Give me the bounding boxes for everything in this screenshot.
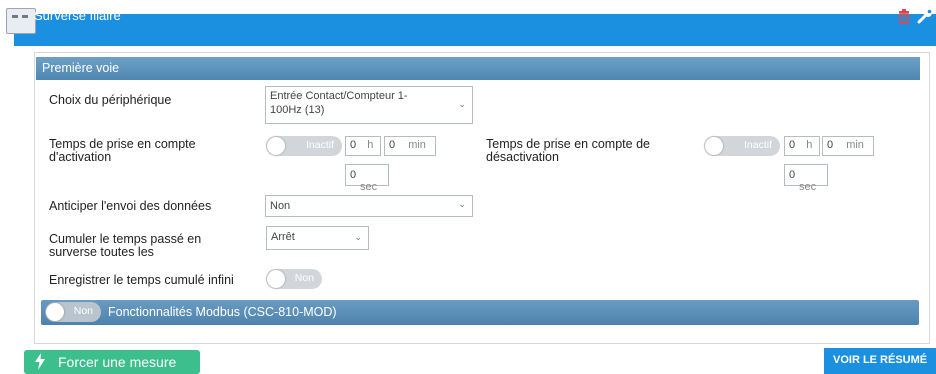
activation-hours-input[interactable]: 0 h [345,136,381,156]
record-toggle[interactable]: Non [266,269,322,289]
trash-icon[interactable] [896,8,912,24]
window-icon [6,8,36,34]
modbus-toggle-text: Non [73,305,93,317]
hours-unit: h [806,139,813,151]
header-title: Surverse filaire [34,8,121,23]
deactivation-minutes-value: 0 [827,139,834,151]
seconds-unit: sec [799,181,817,193]
dropdown-caret-icon: ⌄ [458,199,466,209]
cumulate-value: Arrêt [271,231,295,243]
activation-seconds-input[interactable]: 0 sec [345,164,389,193]
device-select[interactable]: Entrée Contact/Compteur 1- 100Hz (13) ⌄ [265,86,473,124]
deactivation-hours-value: 0 [789,139,796,151]
deactivation-label-line2: désactivation [486,150,559,164]
record-toggle-text: Non [294,272,314,284]
activation-toggle[interactable]: Inactif [266,136,342,156]
anticipate-select[interactable]: Non ⌄ [265,195,473,217]
hours-unit: h [367,139,374,151]
bolt-icon [35,353,45,370]
wrench-icon[interactable] [916,7,934,25]
window-header [14,14,936,46]
toggle-knob [46,303,64,321]
activation-toggle-text: Inactif [305,139,334,151]
activation-label: Temps de prise en compte d'activation [49,138,196,164]
dropdown-caret-icon: ⌄ [458,99,466,109]
section-header [36,57,920,80]
cumulate-label-line2: surverse toutes les [49,245,154,259]
section-title: Première voie [42,61,120,75]
activation-minutes-value: 0 [389,139,396,151]
minutes-unit: min [408,139,426,151]
deactivation-seconds-value: 0 [789,169,796,181]
cumulate-label: Cumuler le temps passé en surverse toute… [49,233,201,259]
view-summary-label: VOIR LE RÉSUMÉ [833,354,928,366]
record-label: Enregistrer le temps cumulé infini [49,273,234,287]
deactivation-toggle-text: Inactif [743,139,772,151]
toggle-knob [267,270,285,288]
cumulate-select[interactable]: Arrêt ⌄ [266,226,369,250]
toggle-knob [705,137,723,155]
deactivation-hours-input[interactable]: 0 h [784,136,820,156]
device-value-line2: 100Hz (13) [270,104,325,116]
activation-label-line2: d'activation [49,150,112,164]
seconds-unit: sec [360,181,378,193]
activation-hours-value: 0 [350,139,357,151]
device-value-line1: Entrée Contact/Compteur 1- [270,90,408,102]
deactivation-label: Temps de prise en compte de désactivatio… [486,138,650,164]
device-label: Choix du périphérique [49,93,172,107]
modbus-label: Fonctionnalités Modbus (CSC-810-MOD) [108,305,337,319]
dropdown-caret-icon: ⌄ [354,232,362,242]
activation-seconds-value: 0 [350,169,357,181]
anticipate-value: Non [270,200,291,212]
activation-minutes-input[interactable]: 0 min [384,136,436,156]
anticipate-label: Anticiper l'envoi des données [49,199,212,213]
modbus-toggle[interactable]: Non [45,302,101,322]
minutes-unit: min [846,139,864,151]
deactivation-toggle[interactable]: Inactif [704,136,780,156]
toggle-knob [267,137,285,155]
deactivation-minutes-input[interactable]: 0 min [822,136,874,156]
force-measure-label: Forcer une mesure [58,354,177,370]
deactivation-seconds-input[interactable]: 0 sec [784,164,828,193]
